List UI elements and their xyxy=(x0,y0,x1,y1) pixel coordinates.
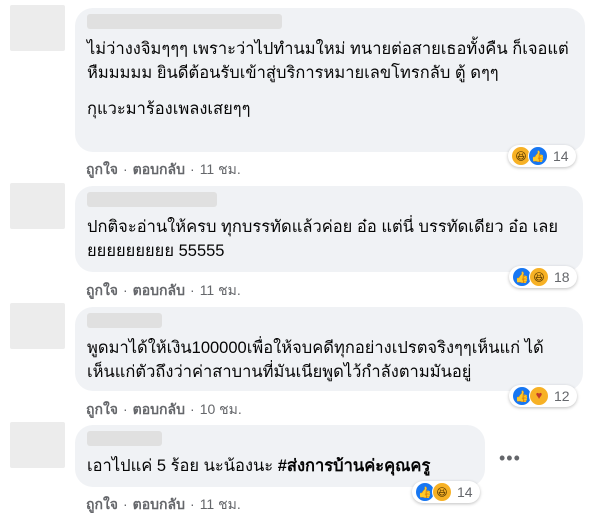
comment-text: พูดมาได้ให้เงิน100000เพื่อให้จบคดีทุกอย่… xyxy=(87,336,571,384)
comment-bubble: พูดมาได้ให้เงิน100000เพื่อให้จบคดีทุกอย่… xyxy=(75,307,583,391)
separator: · xyxy=(123,161,128,177)
comment-bubble: ไม่ว่างงจิมๆๆๆ เพราะว่าไปทำนมใหม่ ทนายต่… xyxy=(75,8,585,152)
separator: · xyxy=(123,496,128,512)
separator: · xyxy=(190,282,195,298)
comment-paragraph: ปกติจะอ่านให้ครบ ทุกบรรทัดแล้วค่อย อ๋อ แ… xyxy=(87,218,559,260)
more-options-icon[interactable]: ••• xyxy=(499,449,521,467)
reply-link[interactable]: ตอบกลับ xyxy=(133,401,185,417)
avatar[interactable] xyxy=(10,422,65,468)
reaction-summary[interactable]: 😆 👍 14 xyxy=(508,145,576,167)
comment-paragraph: ไม่ว่างงจิมๆๆๆ เพราะว่าไปทำนมใหม่ ทนายต่… xyxy=(87,40,569,82)
reaction-count: 18 xyxy=(554,269,570,285)
reply-link[interactable]: ตอบกลับ xyxy=(133,282,185,298)
comment-actions: ถูกใจ · ตอบกลับ · 11 ชม. xyxy=(86,159,241,181)
timestamp[interactable]: 11 ชม. xyxy=(200,161,241,177)
comment-paragraph: กุแวะมาร้องเพลงเสยๆๆ xyxy=(87,100,251,118)
care-icon: ♥ xyxy=(529,386,549,406)
comment-text: ไม่ว่างงจิมๆๆๆ เพราะว่าไปทำนมใหม่ ทนายต่… xyxy=(87,37,573,121)
comment-bubble: ปกติจะอ่านให้ครบ ทุกบรรทัดแล้วค่อย อ๋อ แ… xyxy=(75,186,583,272)
comment-bubble: เอาไปแค่ 5 ร้อย นะน้องนะ #ส่งการบ้านค่ะค… xyxy=(75,425,485,487)
commenter-name-redacted[interactable] xyxy=(87,313,162,328)
hashtag-link[interactable]: #ส่งการบ้านค่ะคุณครู xyxy=(278,457,431,475)
reply-link[interactable]: ตอบกลับ xyxy=(133,161,185,177)
like-icon: 👍 xyxy=(528,146,548,166)
comment-paragraph: พูดมาได้ให้เงิน100000เพื่อให้จบคดีทุกอย่… xyxy=(87,339,544,381)
separator: · xyxy=(190,401,195,417)
comment-actions: ถูกใจ · ตอบกลับ · 10 ชม. xyxy=(86,399,242,421)
comment-actions: ถูกใจ · ตอบกลับ · 11 ชม. xyxy=(86,494,241,516)
avatar[interactable] xyxy=(10,303,65,349)
commenter-name-redacted[interactable] xyxy=(87,431,162,446)
timestamp[interactable]: 11 ชม. xyxy=(200,496,241,512)
reaction-count: 14 xyxy=(457,484,473,500)
like-link[interactable]: ถูกใจ xyxy=(86,282,118,298)
like-link[interactable]: ถูกใจ xyxy=(86,161,118,177)
commenter-name-redacted[interactable] xyxy=(87,192,217,207)
timestamp[interactable]: 10 ชม. xyxy=(200,401,242,417)
separator: · xyxy=(123,401,128,417)
reply-link[interactable]: ตอบกลับ xyxy=(133,496,185,512)
like-link[interactable]: ถูกใจ xyxy=(86,496,118,512)
haha-icon: 😆 xyxy=(432,482,452,502)
separator: · xyxy=(123,282,128,298)
reaction-summary[interactable]: 👍 😆 14 xyxy=(412,481,480,503)
commenter-name-redacted[interactable] xyxy=(87,14,282,29)
timestamp[interactable]: 11 ชม. xyxy=(200,282,241,298)
avatar[interactable] xyxy=(10,5,65,51)
separator: · xyxy=(190,161,195,177)
comment-text: ปกติจะอ่านให้ครบ ทุกบรรทัดแล้วค่อย อ๋อ แ… xyxy=(87,215,571,263)
like-link[interactable]: ถูกใจ xyxy=(86,401,118,417)
reaction-summary[interactable]: 👍 ♥ 12 xyxy=(509,385,577,407)
comment-actions: ถูกใจ · ตอบกลับ · 11 ชม. xyxy=(86,280,241,302)
haha-icon: 😆 xyxy=(529,267,549,287)
comment-text-plain: เอาไปแค่ 5 ร้อย นะน้องนะ xyxy=(87,457,278,475)
reaction-count: 14 xyxy=(553,148,569,164)
avatar[interactable] xyxy=(10,183,65,229)
reaction-count: 12 xyxy=(554,388,570,404)
reaction-summary[interactable]: 👍 😆 18 xyxy=(509,266,577,288)
separator: · xyxy=(190,496,195,512)
comment-text: เอาไปแค่ 5 ร้อย นะน้องนะ #ส่งการบ้านค่ะค… xyxy=(87,454,473,478)
